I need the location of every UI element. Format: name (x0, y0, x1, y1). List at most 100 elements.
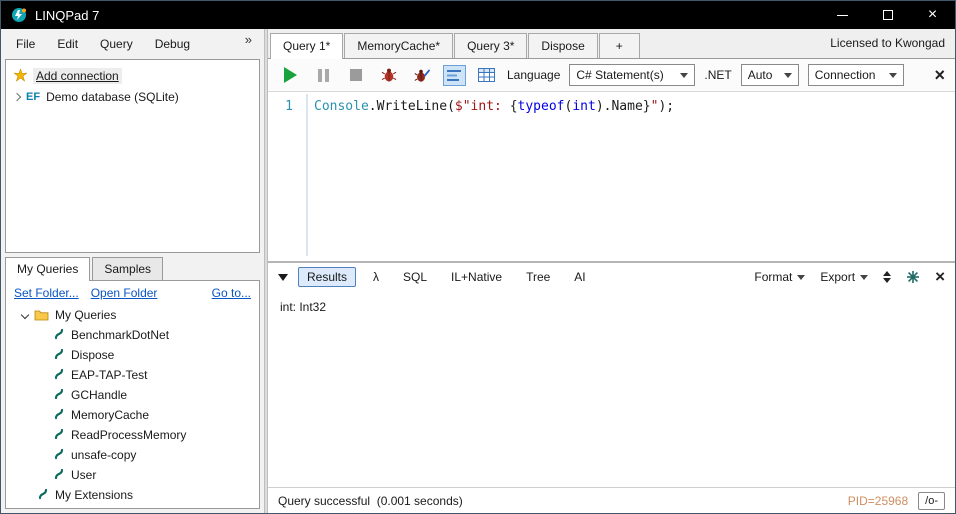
set-folder-link[interactable]: Set Folder... (14, 286, 79, 300)
chevron-right-icon[interactable] (12, 92, 22, 101)
results-pop-out-button[interactable] (906, 270, 920, 284)
tree-root-my-queries[interactable]: My Queries (6, 305, 259, 325)
minimize-button[interactable] (820, 1, 865, 29)
status-bar: Query successful (0.001 seconds) PID=259… (268, 487, 955, 513)
dotnet-label: .NET (704, 68, 732, 82)
close-button[interactable]: × (910, 1, 955, 29)
queries-tree: My Queries BenchmarkDotNet Dispose EAP-T… (6, 302, 259, 508)
code-editor[interactable]: 1 Console.WriteLine($"int: {typeof(int).… (268, 92, 955, 261)
tree-item-label: EAP-TAP-Test (71, 368, 148, 382)
tree-item-readprocessmemory[interactable]: ReadProcessMemory (6, 425, 259, 445)
pid-label: PID=25968 (847, 493, 909, 508)
format-dropdown[interactable]: Format (754, 270, 806, 284)
bug-icon (381, 68, 397, 82)
results-tab-tree[interactable]: Tree (519, 267, 557, 287)
chevron-down-icon (680, 72, 689, 78)
query-file-icon (54, 388, 65, 403)
richtext-results-toggle[interactable] (443, 64, 466, 86)
pause-button[interactable] (311, 63, 335, 87)
ef-badge: EF (26, 90, 41, 103)
optimization-toggle[interactable]: /o- (918, 491, 945, 510)
language-select[interactable]: C# Statement(s) (569, 64, 696, 86)
tree-item-label: My Extensions (55, 488, 134, 502)
run-button[interactable] (278, 63, 302, 87)
chevron-down-icon[interactable] (20, 310, 30, 320)
tab-my-queries[interactable]: My Queries (5, 257, 91, 281)
folder-icon (34, 309, 49, 321)
results-tab-sql[interactable]: SQL (396, 267, 434, 287)
results-tab-results[interactable]: Results (298, 267, 357, 287)
grid-results-toggle[interactable] (475, 65, 498, 86)
code-token: typeof (517, 99, 565, 114)
query-file-icon (54, 408, 65, 423)
chevron-down-icon (797, 274, 806, 280)
tab-memorycache[interactable]: MemoryCache* (344, 33, 454, 58)
connections-panel: Add connection EF Demo database (SQLite) (5, 59, 260, 253)
results-close-button[interactable]: × (935, 267, 945, 287)
results-output: int: Int32 (268, 291, 955, 487)
close-query-button[interactable]: × (934, 65, 945, 86)
menu-query[interactable]: Query (89, 32, 144, 56)
query-file-icon (54, 328, 65, 343)
debug-button[interactable] (377, 63, 401, 87)
status-message: Query successful (0.001 seconds) (278, 493, 463, 508)
tab-dispose[interactable]: Dispose (528, 33, 598, 58)
go-to-link[interactable]: Go to... (212, 286, 251, 300)
bug-attach-icon (414, 69, 430, 82)
results-tab-lambda[interactable]: λ (366, 267, 386, 287)
tree-item-benchmarkdotnet[interactable]: BenchmarkDotNet (6, 325, 259, 345)
language-value: C# Statement(s) (576, 68, 664, 82)
code-token: ) (595, 99, 604, 114)
results-tab-ai[interactable]: AI (567, 267, 592, 287)
add-connection[interactable]: Add connection (6, 65, 259, 86)
code-area[interactable]: Console.WriteLine($"int: {typeof(int).Na… (302, 92, 955, 261)
add-connection-star-icon (14, 69, 27, 82)
results-header: Results λ SQL IL+Native Tree AI Format E… (268, 263, 955, 291)
export-label: Export (820, 270, 856, 284)
tab-samples[interactable]: Samples (92, 257, 164, 280)
results-tab-il-native[interactable]: IL+Native (444, 267, 509, 287)
results-maximize-button[interactable] (883, 271, 892, 283)
menu-overflow-icon[interactable]: » (245, 29, 260, 47)
dotnet-select[interactable]: Auto (740, 64, 799, 86)
window-title: LINQPad 7 (35, 7, 100, 23)
stop-button[interactable] (344, 63, 368, 87)
query-file-icon (54, 428, 65, 443)
query-file-icon (54, 368, 65, 383)
export-dropdown[interactable]: Export (820, 270, 869, 284)
menu-bar: File Edit Query Debug » (1, 29, 264, 59)
code-line: Console.WriteLine($"int: {typeof(int).Na… (314, 99, 955, 114)
open-folder-link[interactable]: Open Folder (91, 286, 158, 300)
menu-edit[interactable]: Edit (46, 32, 89, 56)
code-token: int (572, 99, 596, 114)
tree-item-user[interactable]: User (6, 465, 259, 485)
tree-item-label: GCHandle (71, 388, 128, 402)
query-tabstrip: Query 1* MemoryCache* Query 3* Dispose +… (268, 29, 955, 59)
tree-item-eap-tap-test[interactable]: EAP-TAP-Test (6, 365, 259, 385)
tree-item-unsafe-copy[interactable]: unsafe-copy (6, 445, 259, 465)
tree-item-memorycache[interactable]: MemoryCache (6, 405, 259, 425)
connection-label: Demo database (SQLite) (46, 89, 179, 104)
new-tab-button[interactable]: + (598, 33, 640, 58)
code-token: { (509, 99, 518, 114)
tree-item-my-extensions[interactable]: My Extensions (6, 485, 259, 505)
line-number-gutter: 1 (268, 92, 302, 261)
connection-demo-db[interactable]: EF Demo database (SQLite) (6, 86, 259, 107)
code-token: ); (658, 99, 675, 114)
tree-item-label: BenchmarkDotNet (71, 328, 170, 342)
maximize-button[interactable] (865, 1, 910, 29)
menu-debug[interactable]: Debug (144, 32, 201, 56)
tree-root-label: My Queries (55, 308, 117, 322)
query-file-icon (54, 448, 65, 463)
menu-file[interactable]: File (5, 32, 46, 56)
tab-query-3[interactable]: Query 3* (454, 33, 528, 58)
debug-attach-button[interactable] (410, 63, 434, 87)
tree-item-label: ReadProcessMemory (71, 428, 187, 442)
results-collapse-icon[interactable] (278, 273, 288, 281)
license-text: Licensed to Kwongad (830, 36, 945, 50)
format-label: Format (754, 270, 793, 284)
connection-select[interactable]: Connection (807, 64, 904, 86)
tree-item-dispose[interactable]: Dispose (6, 345, 259, 365)
tree-item-gchandle[interactable]: GCHandle (6, 385, 259, 405)
tab-query-1[interactable]: Query 1* (270, 33, 344, 59)
